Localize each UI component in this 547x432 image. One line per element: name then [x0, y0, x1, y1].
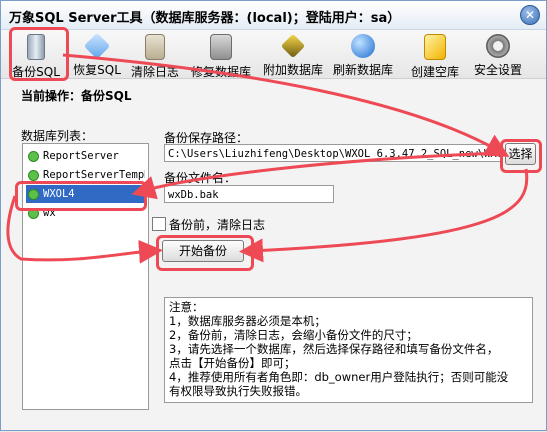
- status-dot-icon: [28, 150, 39, 162]
- highlight-browse-button: [500, 139, 542, 173]
- highlight-start-button: [156, 235, 254, 271]
- notes-box: 注意： 1，数据库服务器必须是本机； 2，备份前，清除日志，会缩小备份文件的尺寸…: [164, 297, 533, 403]
- toolbar-refresh-db[interactable]: 刷新数据库: [330, 32, 396, 77]
- attach-icon: [280, 33, 306, 59]
- repair-icon: [210, 34, 232, 60]
- toolbar-label: 刷新数据库: [332, 63, 393, 77]
- highlight-selected-db: [15, 181, 147, 211]
- toolbar-repair-db[interactable]: 修复数据库: [188, 32, 254, 79]
- toolbar-label: 安全设置: [473, 63, 522, 77]
- backup-path-input[interactable]: C:\Users\Liuzhifeng\Desktop\WXOL_6.3.47.…: [164, 144, 502, 162]
- list-item[interactable]: ReportServer: [26, 147, 145, 165]
- toolbar-label: 创建空库: [410, 65, 459, 79]
- toolbar-restore-sql[interactable]: 恢复SQL: [71, 32, 123, 77]
- note-line: 注意：: [169, 300, 204, 314]
- note-line: 有权限导致执行失败报错。: [169, 384, 307, 398]
- backup-filename-input[interactable]: wxDb.bak: [164, 185, 334, 203]
- main-window: 万象SQL Server工具（数据库服务器：(local)；登陆用户：sa） ✕…: [0, 0, 547, 431]
- gear-icon: [486, 34, 510, 58]
- toolbar-label: 恢复SQL: [73, 63, 121, 77]
- note-line: 1，数据库服务器必须是本机；: [169, 314, 326, 328]
- clear-log-checkbox[interactable]: [152, 217, 166, 231]
- toolbar-label: 附加数据库: [262, 63, 323, 77]
- list-item-label: ReportServer: [43, 150, 119, 162]
- arrow-browse-to-start: [239, 168, 529, 263]
- note-line: 4，推荐使用所有者角色即：db_owner用户登陆执行；否则可能没: [169, 370, 509, 384]
- note-line: 点击【开始备份】即可；: [169, 356, 296, 370]
- note-line: 2，备份前，清除日志，会缩小备份文件的尺寸；: [169, 328, 418, 342]
- toolbar-security-settings[interactable]: 安全设置: [469, 32, 527, 77]
- db-list-label: 数据库列表：: [21, 129, 94, 143]
- clear-log-label: 备份前，清除日志: [169, 218, 266, 232]
- toolbar-clear-log[interactable]: 清除日志: [127, 32, 183, 79]
- toolbar-attach-db[interactable]: 附加数据库: [260, 32, 326, 77]
- diamond-icon: [83, 32, 111, 60]
- close-icon[interactable]: ✕: [520, 5, 540, 25]
- log-icon: [145, 34, 165, 60]
- title-bar: 万象SQL Server工具（数据库服务器：(local)；登陆用户：sa） ✕: [1, 1, 546, 30]
- backup-filename-label: 备份文件名：: [164, 171, 237, 185]
- current-operation: 当前操作：备份SQL: [21, 89, 132, 103]
- toolbar-label: 修复数据库: [190, 65, 251, 79]
- list-item-label: ReportServerTempDB: [43, 169, 145, 181]
- status-dot-icon: [28, 169, 39, 181]
- toolbar: 备份SQL 恢复SQL 清除日志 修复数据库 附加数据库 刷新数据库 创建空库: [1, 30, 546, 79]
- toolbar-create-empty-db[interactable]: 创建空库: [406, 32, 464, 79]
- box-icon: [424, 34, 446, 60]
- toolbar-label: 清除日志: [130, 65, 179, 79]
- window-title: 万象SQL Server工具（数据库服务器：(local)；登陆用户：sa）: [9, 11, 401, 26]
- note-line: 3，请先选择一个数据库，然后选择保存路径和填写备份文件名，: [169, 342, 499, 356]
- globe-icon: [351, 34, 375, 58]
- highlight-backup-tool: [9, 27, 69, 81]
